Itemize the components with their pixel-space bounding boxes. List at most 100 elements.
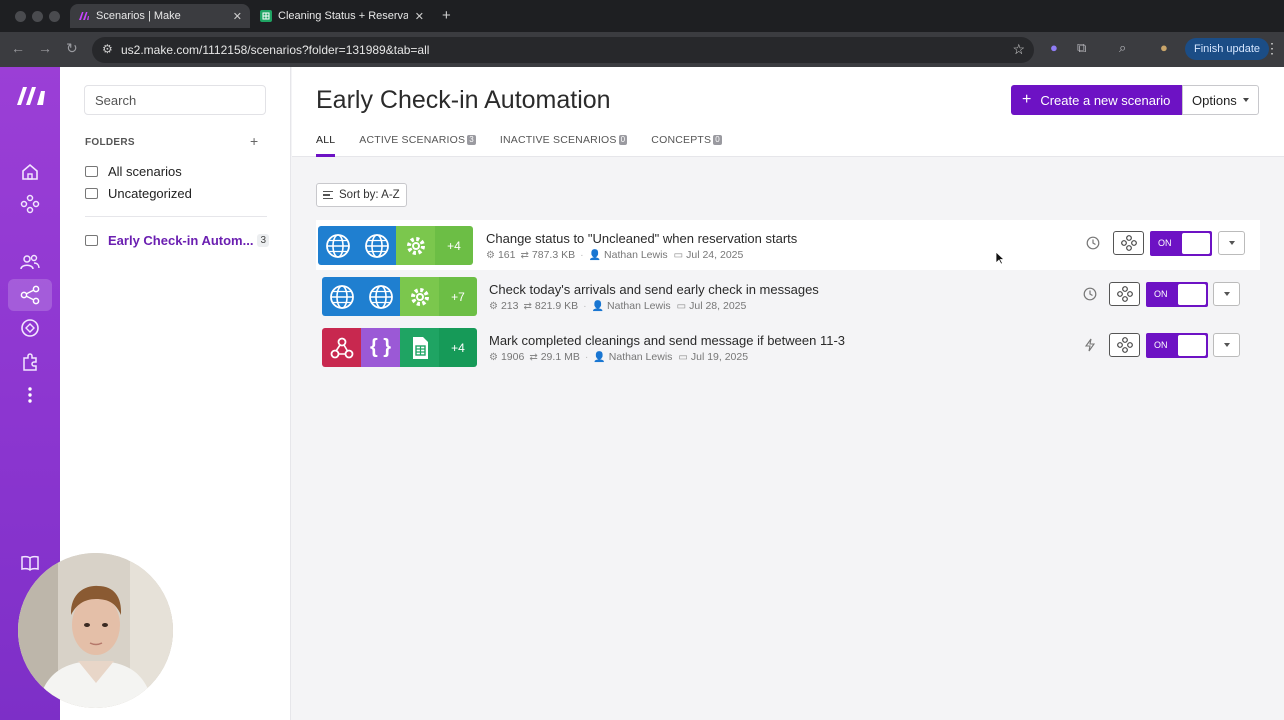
- scenario-row[interactable]: +4 Change status to "Uncleaned" when res…: [316, 220, 1260, 270]
- scenario-on-toggle[interactable]: ON: [1150, 231, 1212, 256]
- puzzle-icon[interactable]: [19, 351, 41, 373]
- http-globe-icon: [357, 226, 396, 265]
- scenario-on-toggle[interactable]: ON: [1146, 282, 1208, 307]
- scenario-menu-button[interactable]: [1213, 282, 1240, 306]
- module-strip: +4: [318, 226, 473, 265]
- extensions-puzzle-icon[interactable]: ⧉: [1077, 40, 1086, 56]
- scenario-title[interactable]: Check today's arrivals and send early ch…: [489, 282, 819, 297]
- scenario-menu-button[interactable]: [1213, 333, 1240, 357]
- site-info-icon[interactable]: ⚙: [102, 42, 113, 56]
- scenario-row[interactable]: +7 Check today's arrivals and send early…: [316, 271, 1260, 321]
- connections-nav-item[interactable]: [8, 279, 52, 311]
- tab-count-badge: 0: [713, 135, 722, 145]
- reload-icon[interactable]: ↻: [66, 40, 78, 57]
- extension-icon[interactable]: ●: [1050, 40, 1058, 55]
- tools-gear-icon: [400, 277, 439, 316]
- tab-close-icon[interactable]: ✕: [233, 10, 242, 23]
- tab-concepts[interactable]: CONCEPTS 0: [651, 134, 722, 157]
- operations-icon: ⚙: [489, 300, 498, 312]
- operations-icon: ⚙: [486, 249, 495, 261]
- back-icon[interactable]: ←: [11, 40, 25, 56]
- toggle-label: ON: [1158, 238, 1172, 248]
- user-icon: 👤: [588, 249, 602, 261]
- author-name: Nathan Lewis: [607, 300, 671, 312]
- folder-item-uncategorized[interactable]: Uncategorized: [85, 186, 192, 201]
- browser-tab-title: Scenarios | Make: [96, 10, 181, 22]
- tools-gear-icon: [396, 226, 435, 265]
- tab-label: CONCEPTS: [651, 134, 712, 146]
- scenario-diagram-button[interactable]: [1109, 282, 1140, 306]
- caret-down-icon: [1228, 241, 1235, 245]
- tab-count-badge: 0: [618, 135, 628, 145]
- bookmark-star-icon[interactable]: ☆: [1012, 41, 1025, 58]
- webhook-icon: [322, 328, 361, 367]
- finish-update-button[interactable]: Finish update: [1185, 38, 1270, 60]
- browser-tab-sheets[interactable]: Cleaning Status + Reservation ✕: [252, 4, 432, 28]
- user-icon: 👤: [593, 351, 606, 363]
- user-icon: 👤: [591, 300, 605, 312]
- maximize-window-icon[interactable]: [49, 11, 60, 22]
- tab-inactive-scenarios[interactable]: INACTIVE SCENARIOS 0: [499, 134, 628, 157]
- toggle-knob: [1178, 335, 1206, 356]
- home-icon[interactable]: [19, 161, 41, 183]
- profile-avatar-icon[interactable]: ●: [1160, 40, 1168, 55]
- add-folder-icon[interactable]: +: [250, 133, 258, 149]
- options-button[interactable]: Options: [1182, 85, 1259, 115]
- scenario-meta: ⚙ 161 ⇄ 787.3 KB · 👤 Nathan Lewis ▭ Jul 24, …: [486, 249, 744, 261]
- create-scenario-button[interactable]: + Create a new scenario: [1011, 85, 1183, 115]
- forward-icon[interactable]: →: [38, 40, 52, 56]
- scenario-row[interactable]: { } +4 Mark completed cleanings and send…: [316, 322, 1260, 372]
- address-bar[interactable]: ⚙ us2.make.com/1112158/scenarios?folder=…: [92, 37, 1034, 63]
- more-vertical-icon[interactable]: [19, 384, 41, 406]
- page-title: Early Check-in Automation: [316, 86, 611, 114]
- book-icon[interactable]: [19, 552, 41, 574]
- calendar-icon: ▭: [678, 351, 688, 363]
- scenario-tabs: ALL ACTIVE SCENARIOS 3 INACTIVE SCENARIOS…: [316, 134, 746, 157]
- folder-item-all-scenarios[interactable]: All scenarios: [85, 164, 182, 179]
- scenarios-icon[interactable]: [19, 193, 41, 215]
- scenario-diagram-button[interactable]: [1113, 231, 1144, 255]
- team-icon[interactable]: [19, 251, 41, 273]
- minimize-window-icon[interactable]: [32, 11, 43, 22]
- tab-close-icon[interactable]: ✕: [415, 10, 424, 23]
- scenario-on-toggle[interactable]: ON: [1146, 333, 1208, 358]
- http-globe-icon: [361, 277, 400, 316]
- scenario-title[interactable]: Mark completed cleanings and send messag…: [489, 333, 845, 348]
- modified-date: Jul 28, 2025: [689, 300, 747, 312]
- scenario-meta: ⚙ 213 ⇄ 821.9 KB · 👤 Nathan Lewis ▭ Jul 28, …: [489, 300, 747, 312]
- new-tab-icon[interactable]: +: [442, 7, 451, 24]
- more-modules-count: +7: [439, 277, 477, 316]
- folder-label: All scenarios: [108, 164, 182, 179]
- scenario-title[interactable]: Change status to "Uncleaned" when reserv…: [486, 231, 797, 246]
- folder-open-icon: [85, 235, 98, 246]
- tab-label: INACTIVE SCENARIOS: [499, 134, 617, 146]
- tab-label: ACTIVE SCENARIOS: [359, 134, 466, 146]
- sort-icon: [323, 191, 333, 199]
- make-logo-icon[interactable]: [16, 85, 46, 107]
- module-strip: { } +4: [322, 328, 477, 367]
- sort-label: Sort by: A-Z: [339, 189, 400, 201]
- close-window-icon[interactable]: [15, 11, 26, 22]
- more-modules-count: +4: [439, 328, 477, 367]
- data-transfer: 29.1 MB: [540, 351, 580, 363]
- caret-down-icon: [1223, 343, 1230, 347]
- tab-all[interactable]: ALL: [316, 134, 336, 157]
- tab-active-scenarios[interactable]: ACTIVE SCENARIOS 3: [359, 134, 476, 157]
- chrome-menu-icon[interactable]: ⋮: [1265, 40, 1279, 57]
- tab-search-icon[interactable]: ⌕: [1119, 40, 1126, 56]
- operations-count: 1906: [500, 351, 525, 363]
- flow-icon: [1120, 235, 1137, 251]
- sheets-favicon-icon: [260, 10, 272, 22]
- browser-tab-make[interactable]: Scenarios | Make ✕: [70, 4, 250, 28]
- scenario-menu-button[interactable]: [1218, 231, 1245, 255]
- tab-count-badge: 3: [467, 135, 476, 145]
- caret-down-icon: [1242, 98, 1249, 102]
- webhooks-icon[interactable]: [19, 317, 41, 339]
- tab-label: ALL: [316, 134, 336, 146]
- more-modules-count: +4: [435, 226, 473, 265]
- search-input[interactable]: [85, 86, 265, 114]
- scenario-diagram-button[interactable]: [1109, 333, 1140, 357]
- url-text: us2.make.com/1112158/scenarios?folder=13…: [121, 43, 430, 57]
- folder-item-early-check-in[interactable]: Early Check-in Autom... 3: [85, 233, 269, 248]
- sort-button[interactable]: Sort by: A-Z: [316, 183, 407, 207]
